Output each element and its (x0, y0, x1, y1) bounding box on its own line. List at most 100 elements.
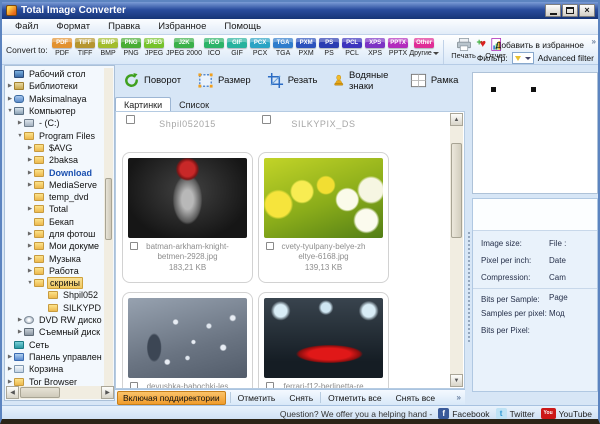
facebook-link[interactable]: f Facebook (438, 408, 490, 419)
checkbox[interactable] (130, 382, 138, 388)
convert-bmp-button[interactable]: BMP BMP (97, 38, 120, 57)
tree-item-desktop[interactable]: Рабочий стол (6, 68, 105, 80)
expander-icon[interactable]: ▶ (6, 83, 14, 89)
check-button[interactable]: Отметить (231, 393, 283, 403)
expander-icon[interactable]: ▼ (16, 133, 24, 139)
uncheck-button[interactable]: Снять (282, 393, 320, 403)
checkbox[interactable] (130, 242, 138, 250)
thumbnail-card-ferrari[interactable]: ferrari-f12-berlinetta-re (258, 292, 389, 388)
checkbox[interactable] (266, 382, 274, 388)
tree-item-user[interactable]: ▶ Maksimalnaya (6, 93, 105, 105)
expander-icon[interactable]: ▶ (16, 120, 24, 126)
tree-item-network[interactable]: Сеть (6, 339, 105, 351)
convert-tga-button[interactable]: TGA TGA (272, 38, 295, 57)
scroll-left-button[interactable]: ◀ (6, 386, 19, 399)
checkbox[interactable] (126, 115, 135, 124)
print-button[interactable]: Печать (448, 38, 480, 60)
folder-entry-silkypix[interactable]: SILKYPIX_DS (258, 114, 389, 132)
convert-pcx-button[interactable]: PCX PCX (249, 38, 272, 57)
tree-item-dlya-fotosh[interactable]: ▶ для фотош (6, 228, 105, 240)
tree-item-dvd-rw[interactable]: ▶ DVD RW диско (6, 314, 105, 326)
expander-icon[interactable]: ▶ (16, 329, 24, 335)
checkbox[interactable] (266, 242, 274, 250)
convert-ps-button[interactable]: PS PS (318, 38, 341, 57)
expander-icon[interactable]: ▶ (26, 268, 34, 274)
expander-icon[interactable]: ▼ (26, 280, 34, 286)
convert-xps-button[interactable]: XPS XPS (364, 38, 387, 57)
tree-item-silkypix[interactable]: SILKYPD (6, 302, 105, 314)
add-to-favorites-button[interactable]: ♥ + Добавить в избранное (476, 37, 584, 50)
convert-jpeg2000-button[interactable]: J2K JPEG 2000 (166, 38, 203, 57)
expander-icon[interactable]: ▶ (26, 206, 34, 212)
tab-list[interactable]: Список (171, 98, 217, 111)
tree-item-program-files[interactable]: ▼ Program Files (6, 129, 105, 141)
scrollbar-thumb[interactable] (105, 178, 112, 240)
uncheck-all-button[interactable]: Снять все (389, 393, 443, 403)
close-button[interactable]: × (579, 4, 595, 17)
selection-overflow-chevron[interactable]: » (457, 393, 465, 402)
convert-ico-button[interactable]: ICO ICO (203, 38, 226, 57)
expander-icon[interactable]: ▶ (6, 366, 14, 372)
tree-item-temp-dvd[interactable]: temp_dvd (6, 191, 105, 203)
convert-pptx-button[interactable]: PPTX PPTX (387, 38, 410, 57)
watermark-button[interactable]: Водяные знаки (333, 70, 393, 92)
filter-dropdown[interactable] (511, 52, 534, 64)
tree-item-download[interactable]: ▶ Download (6, 166, 105, 178)
minimize-button[interactable] (545, 4, 561, 17)
thumbnail-card-tulips[interactable]: cvety-tyulpany-belye-zh eltye-6168.jpg 13… (258, 152, 389, 283)
tab-pictures[interactable]: Картинки (115, 97, 172, 111)
advanced-filter-link[interactable]: Advanced filter (538, 53, 594, 63)
expander-icon[interactable]: ▶ (26, 231, 34, 237)
include-subdirs-button[interactable]: Включая поддиректории (117, 390, 226, 405)
scroll-up-button[interactable]: ▲ (450, 113, 463, 126)
frame-button[interactable]: Рамка (410, 72, 458, 89)
maximize-button[interactable] (562, 4, 578, 17)
toolbar-overflow-chevron[interactable]: » (592, 37, 596, 46)
thumbnail-image[interactable] (128, 158, 247, 238)
tree-item-shpil052[interactable]: Shpil052 (6, 289, 105, 301)
tree-item-total[interactable]: ▶ Total (6, 203, 105, 215)
tree-item-recycle-bin[interactable]: ▶ Корзина (6, 363, 105, 375)
thumbnail-card-batman[interactable]: batman-arkham-knight-betmen-2928.jpg 183… (122, 152, 253, 283)
tree-vertical-scrollbar[interactable] (104, 68, 113, 386)
menu-favorites[interactable]: Избранное (149, 21, 215, 32)
tree-item-bekap[interactable]: Бекап (6, 216, 105, 228)
thumbnail-image[interactable] (264, 158, 383, 238)
tree-item-control-panel[interactable]: ▶ Панель управлен (6, 351, 105, 363)
expander-icon[interactable]: ▶ (6, 96, 14, 102)
menu-help[interactable]: Помощь (215, 21, 270, 32)
expander-icon[interactable]: ▶ (26, 182, 34, 188)
convert-jpeg-button[interactable]: JPEG JPEG (143, 38, 166, 57)
convert-pdf-button[interactable]: PDF PDF (51, 38, 74, 57)
folder-entry-shpil052015[interactable]: Shpil052015 (122, 114, 253, 132)
tree-item-c-drive[interactable]: ▶ - (C:) (6, 117, 105, 129)
expander-icon[interactable]: ▶ (6, 379, 14, 385)
menu-file[interactable]: Файл (6, 21, 47, 32)
convert-pcl-button[interactable]: PCL PCL (341, 38, 364, 57)
list-vertical-scrollbar[interactable]: ▲ ▼ (450, 113, 463, 387)
check-all-button[interactable]: Отметить все (321, 393, 389, 403)
crop-button[interactable]: Резать (267, 72, 317, 89)
convert-gif-button[interactable]: GIF GIF (226, 38, 249, 57)
convert-other-button[interactable]: Other Другие (409, 38, 439, 57)
expander-icon[interactable]: ▼ (6, 108, 14, 114)
thumbnail-image[interactable] (264, 298, 383, 378)
expander-icon[interactable]: ▶ (26, 256, 34, 262)
tree-item-computer[interactable]: ▼ Компьютер (6, 105, 105, 117)
resize-button[interactable]: Размер (197, 72, 251, 89)
tree-item-skriny-selected[interactable]: ▼ скрины (6, 277, 105, 290)
menu-format[interactable]: Формат (47, 21, 99, 32)
twitter-link[interactable]: t Twitter (495, 408, 535, 419)
tree-item-mediaserver[interactable]: ▶ MediaServe (6, 179, 105, 191)
tree-item-tor-browser[interactable]: ▶ Tor Browser (6, 375, 105, 386)
scrollbar-thumb[interactable] (20, 387, 60, 398)
tree-item-rabota[interactable]: ▶ Работа (6, 265, 105, 277)
tree-horizontal-scrollbar[interactable]: ◀ ▶ (6, 386, 114, 399)
expander-icon[interactable]: ▶ (26, 157, 34, 163)
tree-item-libraries[interactable]: ▶ Библиотеки (6, 80, 105, 92)
scroll-down-button[interactable]: ▼ (450, 374, 463, 387)
tree-item-my-documents[interactable]: ▶ Мои докуме (6, 240, 105, 252)
scrollbar-thumb[interactable] (451, 143, 462, 238)
expander-icon[interactable]: ▶ (26, 243, 34, 249)
convert-png-button[interactable]: PNG PNG (120, 38, 143, 57)
